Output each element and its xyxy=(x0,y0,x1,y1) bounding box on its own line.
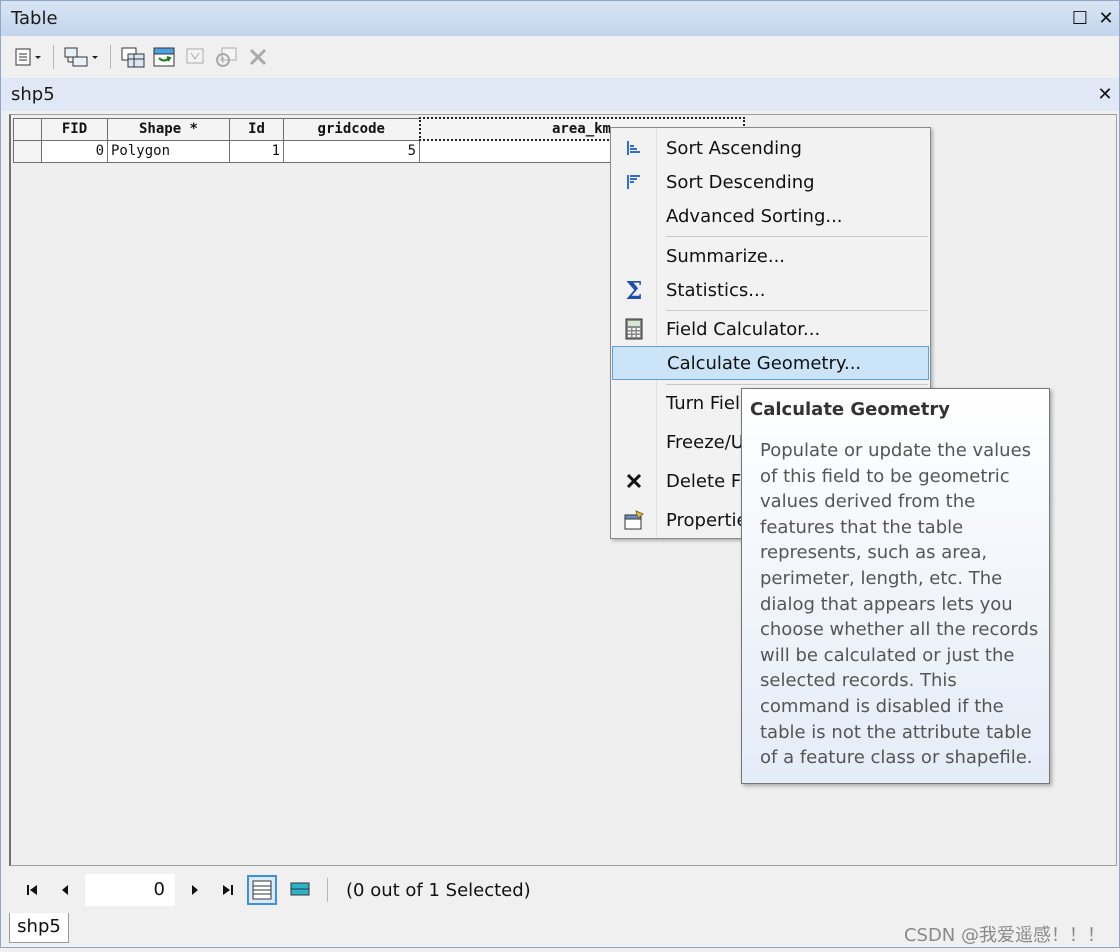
close-button[interactable]: ✕ xyxy=(1093,8,1119,29)
menu-item-label: Summarize... xyxy=(666,245,786,267)
zoom-to-selected-button[interactable] xyxy=(213,42,241,72)
toolbar xyxy=(1,36,1119,78)
menu-item-advanced-sorting[interactable]: Advanced Sorting... xyxy=(612,199,929,233)
select-by-attributes-icon xyxy=(121,47,145,68)
zoom-to-selected-icon xyxy=(216,47,237,67)
menu-item-label: Turn Fiel xyxy=(666,392,741,414)
calculator-icon xyxy=(612,318,656,340)
clear-selection-icon xyxy=(186,48,204,64)
first-record-icon xyxy=(27,885,37,895)
nav-separator xyxy=(327,878,328,902)
menu-item-field-calculator[interactable]: Field Calculator... xyxy=(612,312,929,346)
calculate-geometry-tooltip: Calculate Geometry Populate or update th… xyxy=(741,388,1050,784)
related-tables-icon xyxy=(64,47,98,67)
menu-item-summarize[interactable]: Summarize... xyxy=(612,239,929,273)
menu-item-sort-ascending[interactable]: Sort Ascending xyxy=(612,131,929,165)
toolbar-separator xyxy=(110,45,111,69)
menu-item-calculate-geometry[interactable]: Calculate Geometry... xyxy=(612,346,929,380)
menu-item-label: Advanced Sorting... xyxy=(666,205,843,227)
menu-separator xyxy=(666,310,928,311)
show-selected-records-button[interactable] xyxy=(285,875,315,905)
window-title: Table xyxy=(11,8,58,29)
tooltip-title: Calculate Geometry xyxy=(750,399,950,420)
menu-item-label: Calculate Geometry... xyxy=(667,352,862,374)
table-options-icon xyxy=(15,48,41,66)
related-tables-button[interactable] xyxy=(62,42,102,72)
title-bar: Table ☐ ✕ xyxy=(1,1,1119,36)
menu-item-label: Sort Ascending xyxy=(666,137,802,159)
table-tab-name[interactable]: shp5 xyxy=(1,84,1091,105)
menu-item-sort-descending[interactable]: Sort Descending xyxy=(612,165,929,199)
menu-item-label: Delete Fi xyxy=(666,470,745,492)
menu-item-label: Freeze/U xyxy=(666,431,744,453)
table-options-button[interactable] xyxy=(13,42,45,72)
column-header-shape[interactable]: Shape * xyxy=(107,117,230,141)
row-selector-header[interactable] xyxy=(13,117,42,141)
column-header-fid[interactable]: FID xyxy=(41,117,108,141)
column-header-gridcode[interactable]: gridcode xyxy=(283,117,420,141)
sort-ascending-icon xyxy=(612,139,656,157)
next-record-button[interactable] xyxy=(183,878,207,902)
tab-close-button[interactable]: ✕ xyxy=(1091,84,1119,105)
menu-item-label: Propertie xyxy=(666,509,748,531)
select-by-attributes-button[interactable] xyxy=(119,42,147,72)
first-record-button[interactable] xyxy=(21,878,45,902)
last-record-button[interactable] xyxy=(215,878,239,902)
column-header-id[interactable]: Id xyxy=(229,117,284,141)
table-tab-bar: shp5 ✕ xyxy=(1,78,1119,111)
maximize-button[interactable]: ☐ xyxy=(1067,8,1093,29)
cell-id[interactable]: 1 xyxy=(229,139,284,163)
menu-separator xyxy=(666,236,928,237)
cell-fid[interactable]: 0 xyxy=(41,139,108,163)
cell-shape[interactable]: Polygon xyxy=(107,139,230,163)
menu-item-statistics[interactable]: Σ Statistics... xyxy=(612,273,929,307)
tooltip-body: Populate or update the values of this fi… xyxy=(760,440,1039,769)
menu-item-label: Statistics... xyxy=(666,279,766,301)
delete-x-icon xyxy=(612,472,656,490)
show-all-records-icon xyxy=(252,880,272,900)
delete-selected-icon xyxy=(249,48,267,66)
record-navigation-bar: 0 (0 out of 1 Selected) xyxy=(9,867,1117,913)
toolbar-separator xyxy=(53,45,54,69)
delete-selected-button[interactable] xyxy=(245,42,271,72)
row-selector[interactable] xyxy=(13,139,42,163)
sort-descending-icon xyxy=(612,173,656,191)
last-record-icon xyxy=(223,885,233,895)
switch-selection-icon xyxy=(153,47,175,67)
menu-separator xyxy=(666,384,928,385)
show-selected-records-icon xyxy=(290,882,310,896)
menu-item-label: Sort Descending xyxy=(666,171,815,193)
clear-selection-button[interactable] xyxy=(183,42,209,72)
next-record-icon xyxy=(192,885,198,895)
menu-item-label: Field Calculator... xyxy=(666,318,821,340)
previous-record-icon xyxy=(62,885,68,895)
show-all-records-button[interactable] xyxy=(247,875,277,905)
watermark-text: CSDN @我爱遥感！！！ xyxy=(903,925,1105,946)
selection-status: (0 out of 1 Selected) xyxy=(346,879,531,901)
properties-icon xyxy=(612,509,656,531)
sigma-icon: Σ xyxy=(625,275,643,305)
switch-selection-button[interactable] xyxy=(151,42,179,72)
cell-gridcode[interactable]: 5 xyxy=(283,139,420,163)
current-record-field[interactable]: 0 xyxy=(85,874,175,906)
previous-record-button[interactable] xyxy=(53,878,77,902)
bottom-table-tab[interactable]: shp5 xyxy=(9,913,69,943)
